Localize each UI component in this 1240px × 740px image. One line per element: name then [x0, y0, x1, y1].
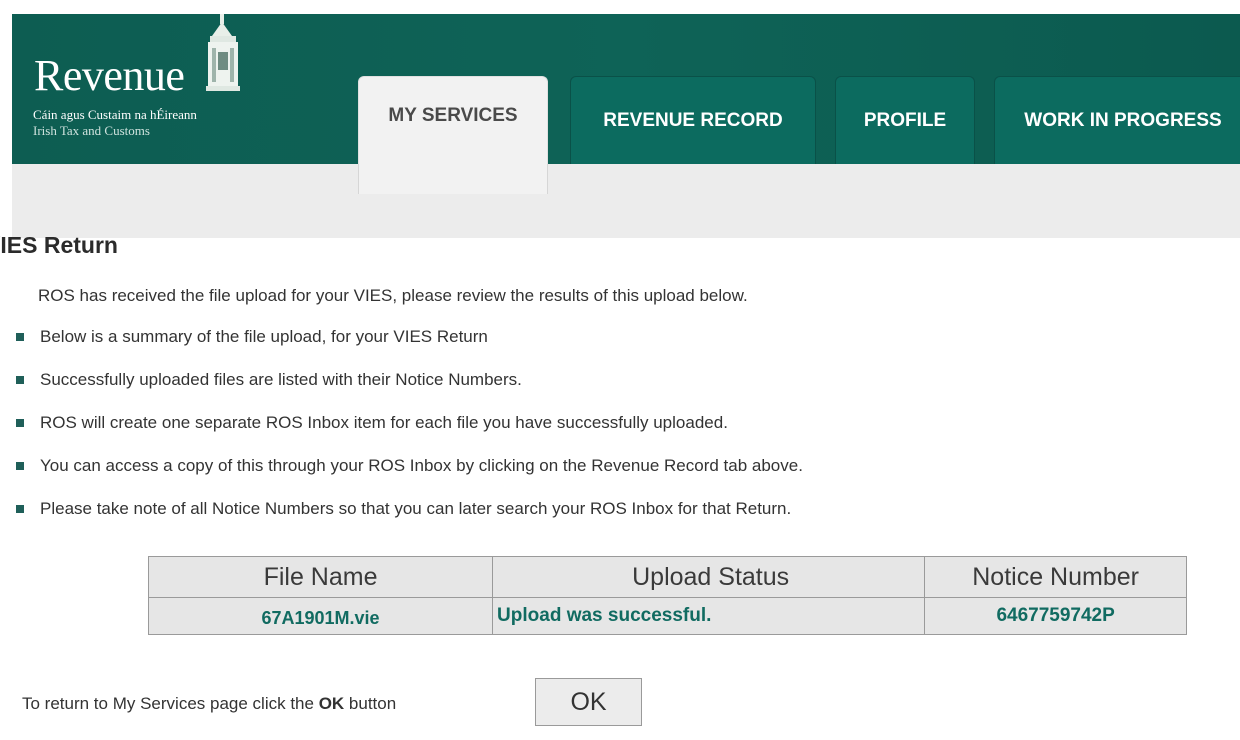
- tab-profile[interactable]: PROFILE: [835, 76, 975, 164]
- ok-button[interactable]: OK: [535, 678, 642, 726]
- logo-english-tagline: Irish Tax and Customs: [33, 123, 150, 138]
- bullet-text: Please take note of all Notice Numbers s…: [40, 499, 792, 518]
- return-text-prefix: To return to My Services page click the: [22, 694, 319, 713]
- active-tab-extension: [358, 164, 548, 194]
- tab-label: WORK IN PROGRESS: [1024, 109, 1222, 131]
- return-text-suffix: button: [344, 694, 397, 713]
- list-item: Please take note of all Notice Numbers s…: [16, 498, 803, 541]
- bullet-text: Successfully uploaded files are listed w…: [40, 370, 522, 389]
- table-row: 67A1901M.vie Upload was successful. 6467…: [147, 597, 1187, 635]
- upload-status-cell: Upload was successful.: [492, 597, 926, 635]
- upload-results-table: File Name Upload Status Notice Number 67…: [147, 556, 1187, 635]
- info-bullet-list: Below is a summary of the file upload, f…: [16, 326, 803, 541]
- column-header-file-name: File Name: [147, 556, 494, 598]
- column-header-notice-number: Notice Number: [924, 556, 1187, 598]
- revenue-logo-text[interactable]: Revenue: [34, 54, 185, 98]
- list-item: Below is a summary of the file upload, f…: [16, 326, 803, 369]
- list-item: Successfully uploaded files are listed w…: [16, 369, 803, 412]
- table-header-row: File Name Upload Status Notice Number: [147, 556, 1187, 598]
- column-header-upload-status: Upload Status: [492, 556, 926, 598]
- tab-label: PROFILE: [863, 109, 947, 131]
- square-bullet-icon: [16, 333, 24, 341]
- tab-revenue-record[interactable]: REVENUE RECORD: [570, 76, 816, 164]
- bullet-text: Below is a summary of the file upload, f…: [40, 327, 488, 346]
- page-title: /IES Return: [0, 232, 118, 258]
- tab-label: MY SERVICES: [388, 105, 518, 126]
- file-name-cell: 67A1901M.vie: [147, 597, 494, 635]
- return-instruction: To return to My Services page click the …: [22, 694, 396, 714]
- tab-label: REVENUE RECORD: [603, 109, 783, 131]
- bullet-text: You can access a copy of this through yo…: [40, 456, 803, 475]
- return-text-ok: OK: [318, 694, 345, 713]
- list-item: ROS will create one separate ROS Inbox i…: [16, 412, 803, 455]
- site-header: Revenue Cáin agus Custaim na hÉireann Ir…: [12, 14, 1240, 196]
- list-item: You can access a copy of this through yo…: [16, 455, 803, 498]
- intro-text: ROS has received the file upload for you…: [38, 286, 748, 305]
- sub-navigation-bar: [12, 164, 1240, 238]
- tab-work-in-progress[interactable]: WORK IN PROGRESS: [994, 76, 1240, 164]
- square-bullet-icon: [16, 419, 24, 427]
- square-bullet-icon: [16, 376, 24, 384]
- revenue-custom-house-crest-icon: [206, 14, 240, 91]
- notice-number-cell: 6467759742P: [924, 597, 1187, 635]
- logo-irish-tagline: Cáin agus Custaim na hÉireann: [33, 107, 197, 122]
- bullet-text: ROS will create one separate ROS Inbox i…: [40, 413, 728, 432]
- square-bullet-icon: [16, 505, 24, 513]
- square-bullet-icon: [16, 462, 24, 470]
